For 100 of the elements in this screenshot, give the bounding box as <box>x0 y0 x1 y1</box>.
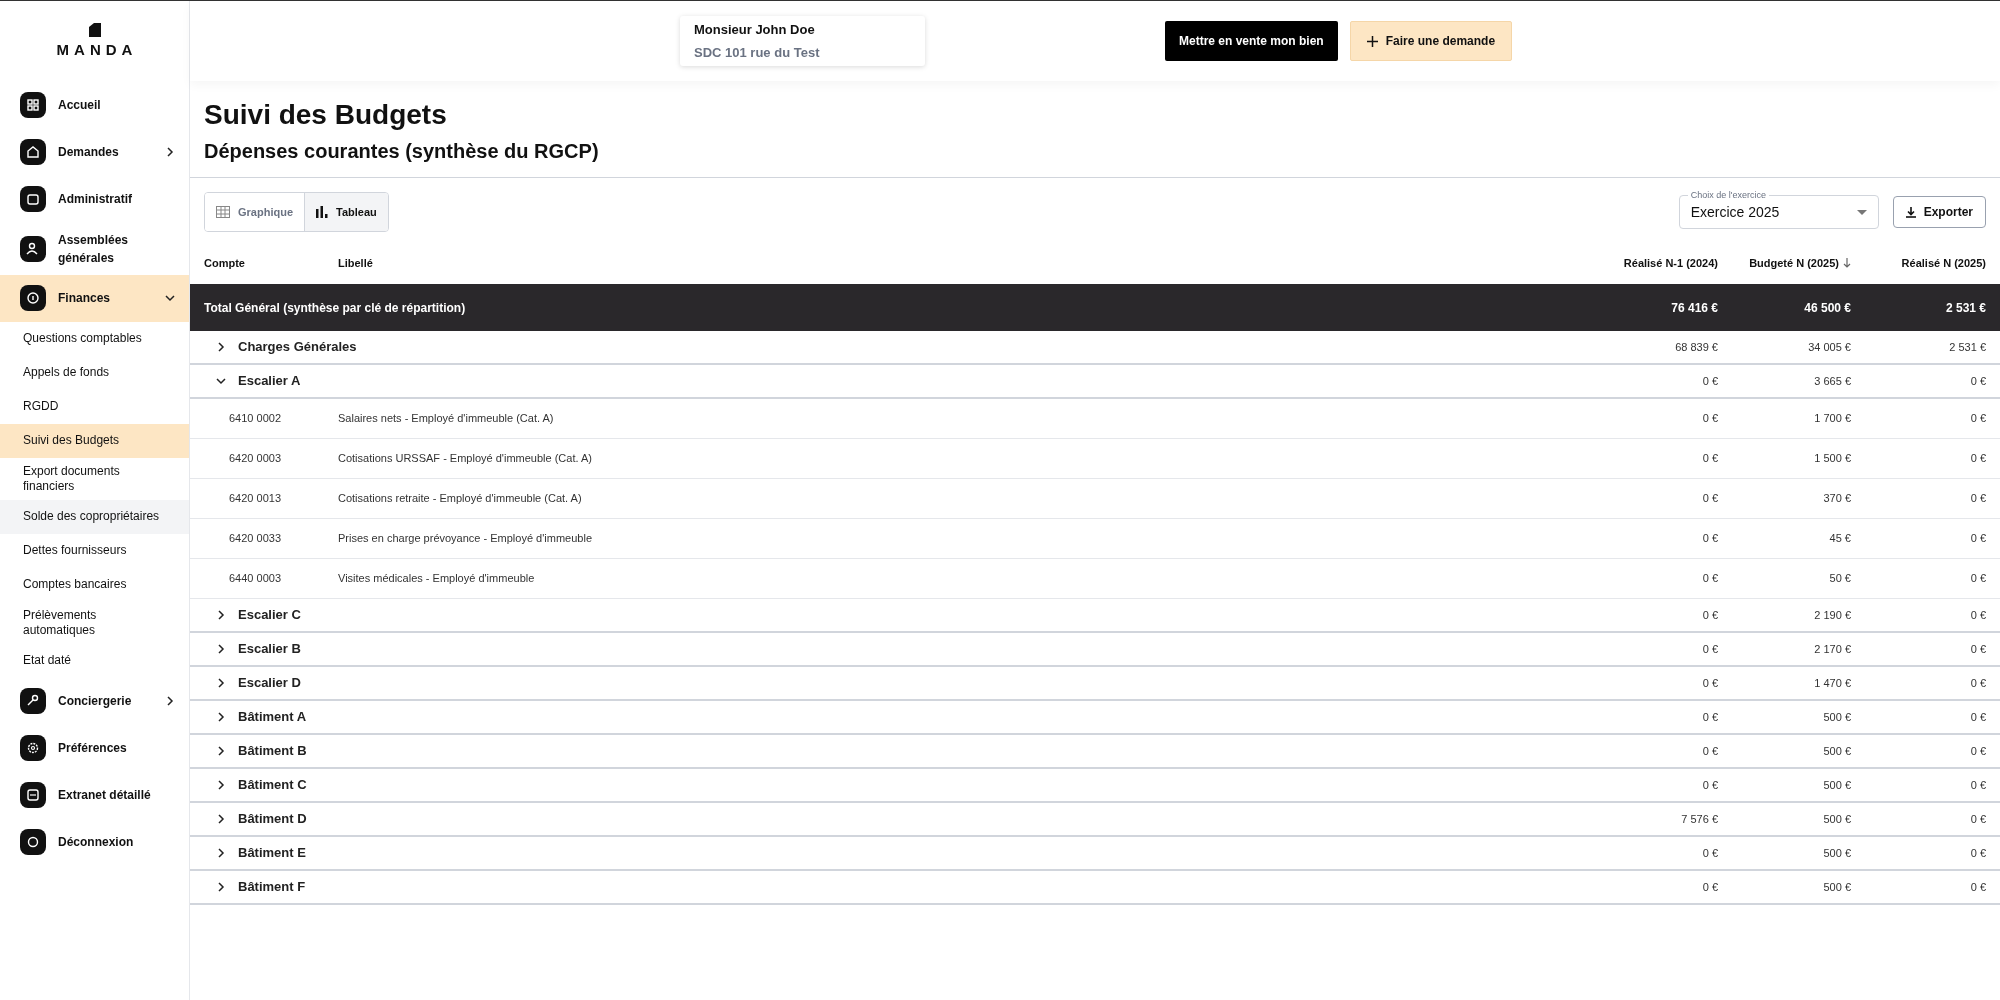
group-row[interactable]: Escalier D 0 € 1 470 € 0 € <box>190 667 2000 701</box>
sidebar-subitem[interactable]: Prélèvements automatiques <box>0 601 189 644</box>
group-row[interactable]: Bâtiment A 0 € 500 € 0 € <box>190 701 2000 735</box>
amount-cell-text: 0 € <box>1970 571 1986 587</box>
amount-cell-text: 76 416 € <box>1671 299 1718 317</box>
page-title: Suivi des Budgets <box>204 98 448 132</box>
sidebar-item[interactable]: Finances <box>0 274 189 322</box>
sidebar-item[interactable]: Accueil <box>0 81 189 129</box>
export-button[interactable]: Exporter <box>1892 196 1986 228</box>
amount-cell-text: 0 € <box>1702 373 1718 389</box>
group-label: Bâtiment F <box>238 878 307 897</box>
amount-cell-text: 0 € <box>1702 607 1718 623</box>
sidebar-subitem[interactable]: Comptes bancaires <box>0 567 189 602</box>
amount-cell-text: 500 € <box>1823 777 1851 793</box>
plus-icon <box>1366 35 1378 47</box>
group-label: Escalier A <box>238 372 302 391</box>
account-label: Prises en charge prévoyance - Employé d'immeuble <box>338 531 593 547</box>
sidebar-item[interactable]: Déconnexion <box>0 818 189 866</box>
account-number: 6410 0002 <box>228 411 282 427</box>
account-label: Salaires nets - Employé d'immeuble (Cat. A) <box>338 411 555 427</box>
amount-cell-text: 0 € <box>1970 743 1986 759</box>
amount-cell-text: 0 € <box>1702 531 1718 547</box>
amount-cell-text: 500 € <box>1823 743 1851 759</box>
amount-cell-text: 0 € <box>1702 743 1718 759</box>
sidebar-subitem[interactable]: Appels de fonds <box>0 355 189 390</box>
group-row[interactable]: Bâtiment D 7 576 € 500 € 0 € <box>190 803 2000 837</box>
amount-cell-text: 3 665 € <box>1814 373 1851 389</box>
amount-cell-text: 0 € <box>1970 845 1986 861</box>
sidebar-item[interactable]: Demandes <box>0 128 189 176</box>
account-number: 6420 0003 <box>228 451 282 467</box>
group-row[interactable]: Bâtiment C 0 € 500 € 0 € <box>190 769 2000 803</box>
group-label: Escalier B <box>238 640 302 659</box>
group-label: Bâtiment D <box>238 810 308 829</box>
amount-cell-text: 7 576 € <box>1681 811 1718 827</box>
amount-cell-text: 45 € <box>1829 531 1851 547</box>
amount-cell-text: 0 € <box>1970 451 1986 467</box>
amount-cell-text: 0 € <box>1970 777 1986 793</box>
settings-icon <box>20 735 46 761</box>
amount-cell-text: 500 € <box>1823 879 1851 895</box>
amount-cell-text: 0 € <box>1702 451 1718 467</box>
amount-cell-text: 0 € <box>1702 571 1718 587</box>
account-number: 6440 0003 <box>228 571 282 587</box>
group-row[interactable]: Escalier A 0 € 3 665 € 0 € <box>190 365 2000 399</box>
sell-property-button[interactable]: Mettre en vente mon bien <box>1165 21 1338 61</box>
group-row[interactable]: Escalier B 0 € 2 170 € 0 € <box>190 633 2000 667</box>
download-icon <box>1905 206 1916 218</box>
sidebar-subitem[interactable]: RGDD <box>0 389 189 424</box>
sidebar-subitem[interactable]: Questions comptables <box>0 321 189 356</box>
column-header[interactable]: Compte <box>204 254 245 272</box>
account-card[interactable]: Monsieur John Doe SDC 101 rue du Test <box>680 16 925 66</box>
sidebar-item[interactable]: Assemblées générales <box>0 222 189 275</box>
group-label: Bâtiment A <box>238 708 308 727</box>
amount-cell-text: 0 € <box>1970 491 1986 507</box>
group-label: Escalier D <box>238 674 302 693</box>
page-subtitle: Dépenses courantes (synthèse du RGCP) <box>204 139 600 164</box>
group-label: Bâtiment C <box>238 776 308 795</box>
group-row[interactable]: Bâtiment F 0 € 500 € 0 € <box>190 871 2000 905</box>
amount-cell-text: 0 € <box>1970 641 1986 657</box>
amount-cell-text: 2 190 € <box>1814 607 1851 623</box>
view-tab[interactable]: Tableau <box>304 193 388 231</box>
logo-text: MANDA <box>55 40 138 60</box>
column-header[interactable]: Budgeté N (2025) <box>1749 254 1839 272</box>
group-row[interactable]: Bâtiment B 0 € 500 € 0 € <box>190 735 2000 769</box>
account-number: 6420 0033 <box>228 531 282 547</box>
column-header[interactable]: Réalisé N-1 (2024) <box>1623 254 1718 272</box>
sidebar-subitem[interactable]: Export documents financiers <box>0 457 189 500</box>
group-label: Charges Générales <box>238 338 358 357</box>
grid-icon <box>216 206 230 218</box>
sidebar-subitem[interactable]: Solde des copropriétaires <box>0 499 189 534</box>
group-row[interactable]: Charges Générales 68 839 € 34 005 € 2 531 € <box>190 331 2000 365</box>
column-header[interactable]: Libellé <box>338 254 373 272</box>
amount-cell-text: 0 € <box>1970 879 1986 895</box>
group-row[interactable]: Bâtiment E 0 € 500 € 0 € <box>190 837 2000 871</box>
bar-chart-icon <box>316 206 328 218</box>
amount-cell-text: 0 € <box>1702 411 1718 427</box>
amount-cell-text: 0 € <box>1702 709 1718 725</box>
amount-cell-text: 50 € <box>1829 571 1851 587</box>
sidebar-subitem[interactable]: Dettes fournisseurs <box>0 533 189 568</box>
sidebar-item[interactable]: Extranet détaillé <box>0 771 189 819</box>
amount-cell-text: 2 531 € <box>1945 299 1986 317</box>
amount-cell-text: 0 € <box>1702 491 1718 507</box>
amount-cell-text: 2 531 € <box>1949 339 1986 355</box>
house-icon <box>20 139 46 165</box>
group-label: Bâtiment B <box>238 742 308 761</box>
sidebar-subitem[interactable]: Etat daté <box>0 643 189 678</box>
sidebar-item[interactable]: Administratif <box>0 175 189 223</box>
new-request-button[interactable]: Faire une demande <box>1349 21 1513 61</box>
sidebar-item[interactable]: Préférences <box>0 724 189 772</box>
amount-cell-text: 500 € <box>1823 845 1851 861</box>
amount-cell-text: 0 € <box>1970 811 1986 827</box>
group-row[interactable]: Escalier C 0 € 2 190 € 0 € <box>190 599 2000 633</box>
amount-cell-text: 1 500 € <box>1814 451 1851 467</box>
amount-cell-text: 0 € <box>1970 709 1986 725</box>
column-header[interactable]: Réalisé N (2025) <box>1901 254 1986 272</box>
dropdown-caret-icon <box>1856 209 1867 215</box>
sidebar-item[interactable]: Conciergerie <box>0 677 189 725</box>
total-label: Total Général (synthèse par clé de répartition) <box>204 299 467 317</box>
sidebar-subitem[interactable]: Suivi des Budgets <box>0 423 189 458</box>
group-label: Escalier C <box>238 606 302 625</box>
amount-cell-text: 500 € <box>1823 811 1851 827</box>
